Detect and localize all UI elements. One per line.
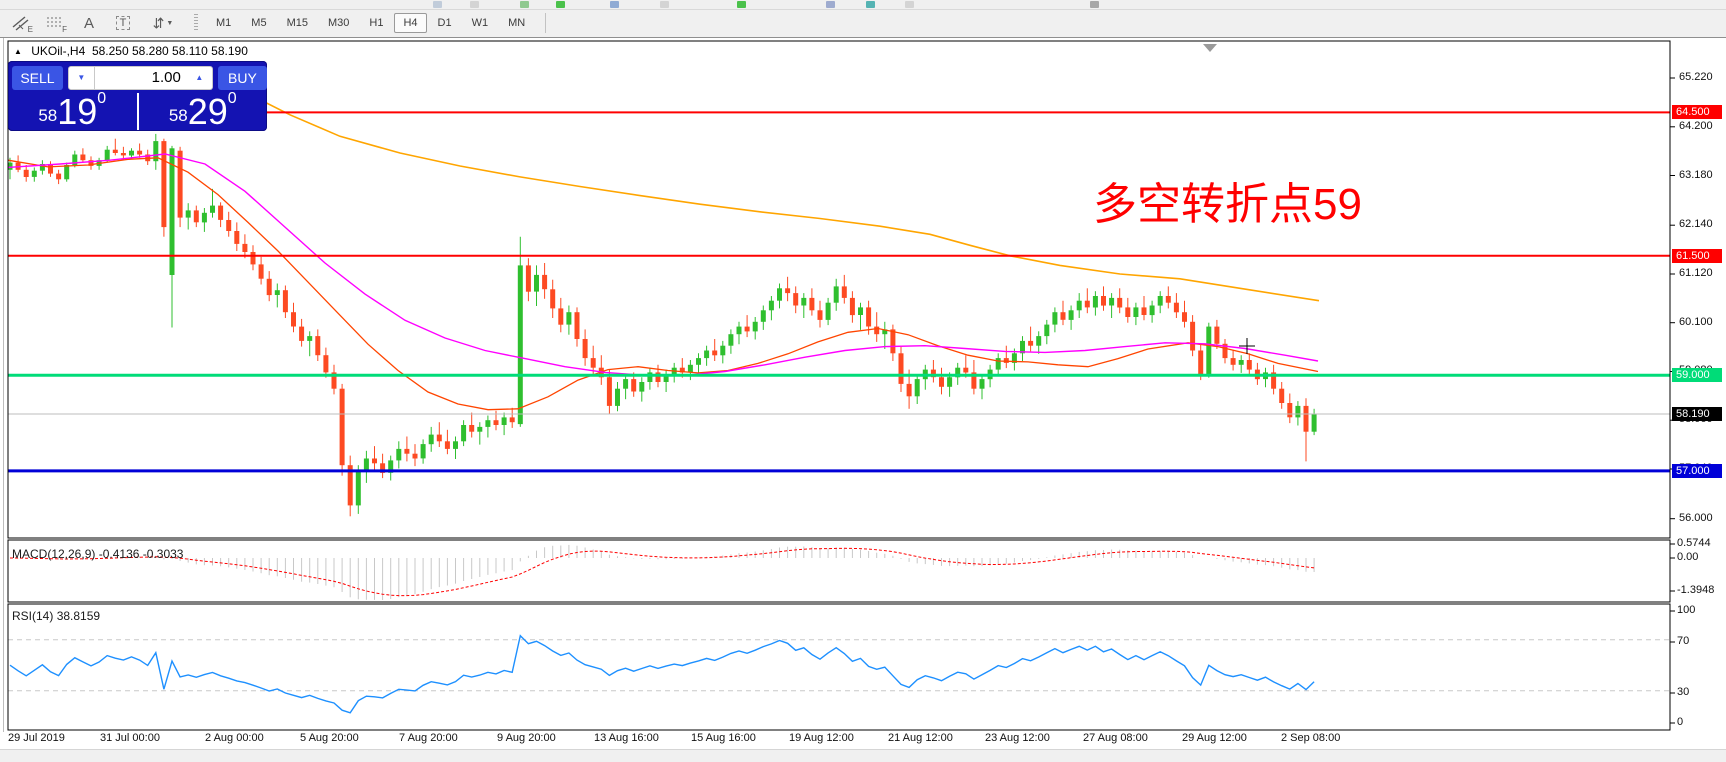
date-label: 23 Aug 12:00: [985, 732, 1050, 744]
toolbar-drag-handle[interactable]: [194, 14, 198, 32]
date-label: 15 Aug 16:00: [691, 732, 756, 744]
date-label: 9 Aug 20:00: [497, 732, 556, 744]
date-label: 7 Aug 20:00: [399, 732, 458, 744]
clipped-icon: [433, 1, 442, 8]
date-label: 27 Aug 08:00: [1083, 732, 1148, 744]
date-label: 19 Aug 12:00: [789, 732, 854, 744]
mt4-terminal: { "window": { "symbol_timeframe": "UKOil…: [0, 0, 1726, 758]
timeframe-button-m15[interactable]: M15: [278, 13, 317, 33]
timeframe-button-m5[interactable]: M5: [242, 13, 275, 33]
date-label: 2 Sep 08:00: [1281, 732, 1341, 744]
macd-label: MACD(12,26,9) -0.4136 -0.3033: [12, 547, 184, 561]
toolbar-separator: [545, 13, 547, 33]
clipped-icon: [660, 1, 669, 8]
clipped-icon: [905, 1, 914, 8]
clipped-icon: [610, 1, 619, 8]
equidistant-channel-icon[interactable]: E: [8, 12, 34, 34]
chart-text-annotation: 多空转折点59: [1093, 180, 1362, 229]
timeframe-group: M1 M5 M15 M30 H1 H4 D1 W1 MN: [206, 13, 535, 33]
date-label: 29 Aug 12:00: [1182, 732, 1247, 744]
text-box-icon[interactable]: T: [110, 12, 136, 34]
volume-decrease-icon[interactable]: ▼: [67, 65, 95, 90]
clipped-icon: [470, 1, 479, 8]
date-label: 13 Aug 16:00: [594, 732, 659, 744]
date-label: 29 Jul 2019: [8, 732, 65, 744]
time-axis: 29 Jul 2019 31 Jul 00:00 2 Aug 00:00 5 Aug …: [0, 732, 1726, 749]
buy-button[interactable]: BUY: [217, 65, 267, 90]
volume-increase-icon[interactable]: ▲: [186, 65, 213, 90]
clipped-icon: [1090, 1, 1099, 8]
arrows-tool-icon[interactable]: ⇵ ▼: [144, 12, 182, 34]
timeframe-button-m30[interactable]: M30: [319, 13, 358, 33]
rsi-label: RSI(14) 38.8159: [12, 609, 101, 623]
date-label: 21 Aug 12:00: [888, 732, 953, 744]
ask-quote[interactable]: 58 29 0: [139, 90, 268, 131]
bid-quote[interactable]: 58 19 0: [8, 90, 137, 131]
date-label: 5 Aug 20:00: [300, 732, 359, 744]
chart-plot[interactable]: [0, 38, 1726, 757]
volume-input[interactable]: 1.00: [94, 65, 187, 90]
timeframe-button-m1[interactable]: M1: [207, 13, 240, 33]
clipped-icon: [556, 1, 565, 8]
one-click-trading-panel: SELL ▼ 1.00 ▲ BUY 58 19 0 58 29 0: [8, 61, 267, 131]
timeframe-button-w1[interactable]: W1: [463, 13, 498, 33]
timeframe-button-h1[interactable]: H1: [360, 13, 392, 33]
date-label: 2 Aug 00:00: [205, 732, 264, 744]
date-label: 31 Jul 00:00: [100, 732, 160, 744]
toolbar: E F A T ⇵ ▼ M1 M5 M15 M30 H1 H4 D1 W1 MN: [0, 10, 1726, 36]
clipped-icon: [866, 1, 875, 8]
chart-window: ▲ UKOil-,H4 58.250 58.280 58.110 58.190 …: [0, 37, 1726, 758]
icon-subscript: E: [27, 25, 33, 34]
clipped-toolbar-row: [0, 0, 1726, 10]
bottom-strip: [0, 749, 1726, 758]
text-label-icon[interactable]: A: [76, 12, 102, 34]
clipped-icon: [737, 1, 746, 8]
timeframe-button-h4[interactable]: H4: [394, 13, 427, 33]
chevron-down-icon: ▼: [166, 19, 174, 27]
clipped-icon: [520, 1, 529, 8]
timeframe-button-d1[interactable]: D1: [429, 13, 461, 33]
timeframe-button-mn[interactable]: MN: [499, 13, 534, 33]
clipped-icon: [826, 1, 835, 8]
volume-spinner: ▼ 1.00 ▲: [67, 65, 213, 90]
fibonacci-icon[interactable]: F: [42, 12, 68, 34]
icon-subscript: F: [62, 25, 67, 34]
sell-button[interactable]: SELL: [12, 65, 63, 90]
